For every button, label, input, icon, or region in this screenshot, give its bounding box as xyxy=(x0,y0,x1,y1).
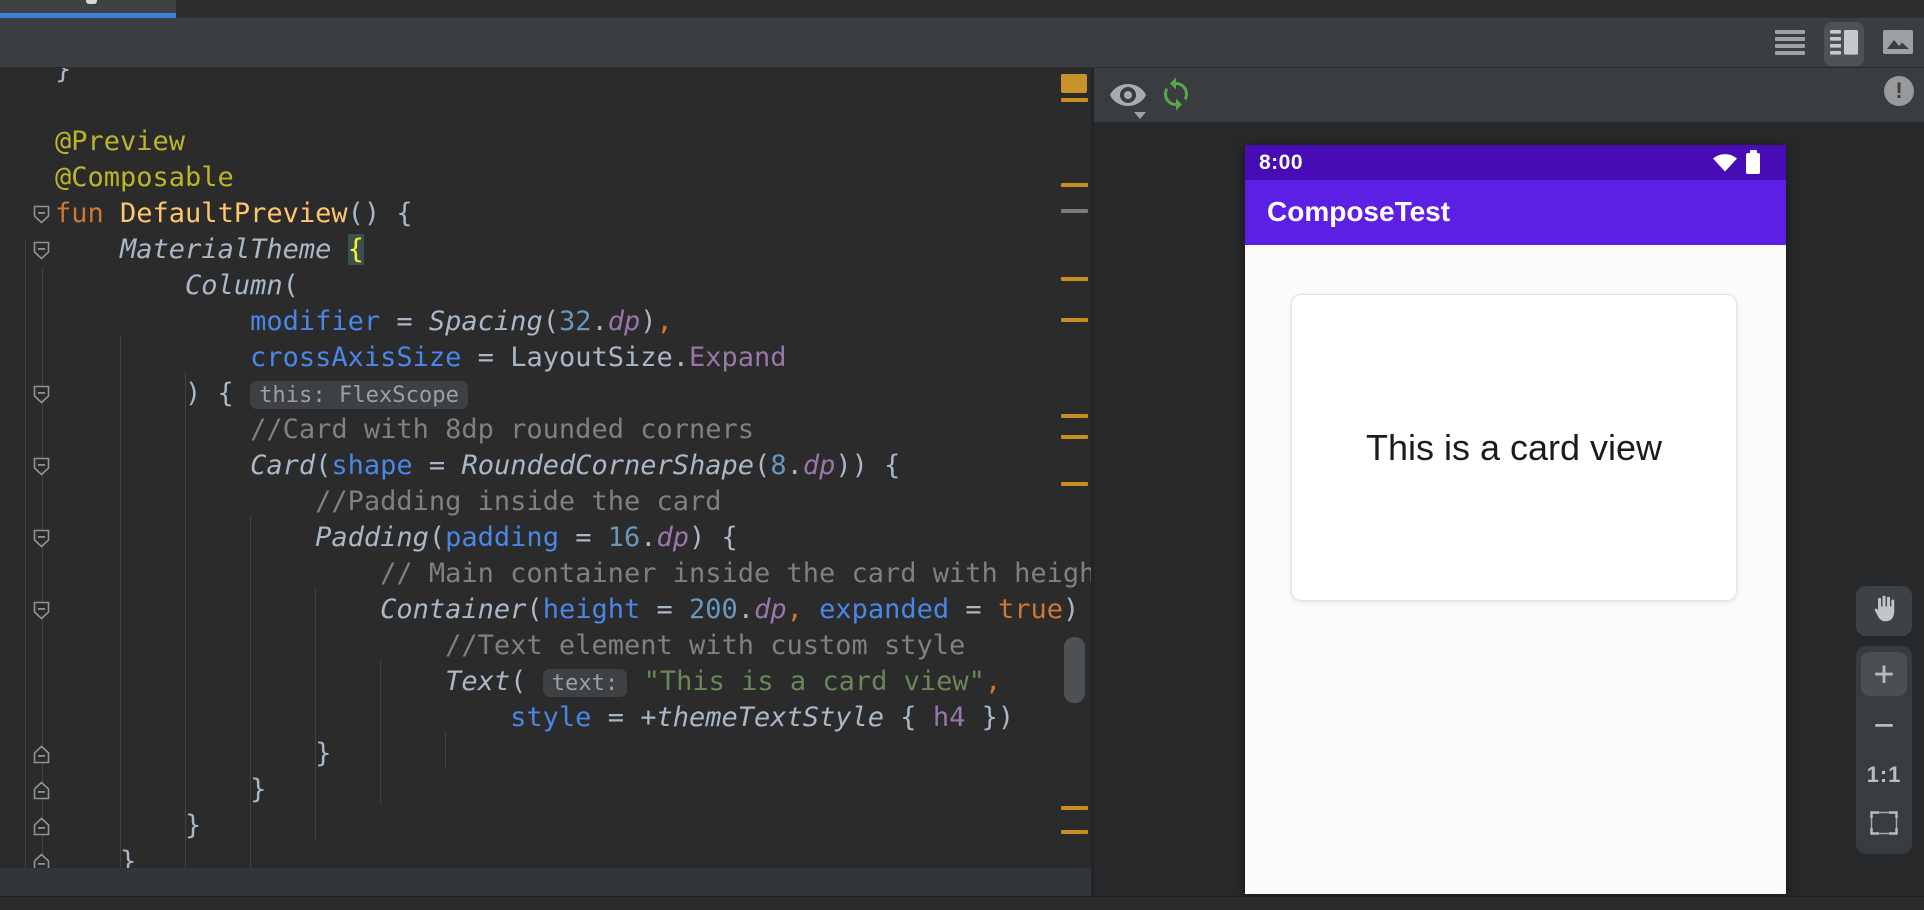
inspection-status-indicator[interactable] xyxy=(1061,74,1087,93)
code-line: modifier = Spacing(32.dp), xyxy=(250,306,673,337)
change-marker xyxy=(1061,435,1088,439)
zoom-to-fit-icon xyxy=(1870,811,1898,840)
code-view-button[interactable] xyxy=(1770,22,1810,66)
fold-marker-icon[interactable] xyxy=(33,781,50,800)
code-line: //Text element with custom style xyxy=(445,630,966,661)
active-editor-tab[interactable] xyxy=(0,0,176,18)
pan-tool-button[interactable] xyxy=(1856,586,1912,636)
design-view-button[interactable] xyxy=(1878,22,1918,66)
app-title: ComposeTest xyxy=(1267,196,1451,227)
fold-marker-icon[interactable] xyxy=(33,817,50,836)
change-marker xyxy=(1061,482,1088,486)
split-editor-icon xyxy=(1830,29,1858,60)
code-line: } xyxy=(55,738,332,769)
preview-toolbar: ! xyxy=(1094,68,1924,123)
card-view: This is a card view xyxy=(1291,294,1737,601)
card-text: This is a card view xyxy=(1365,426,1663,468)
android-studio-window: } @Preview @Composable fun DefaultPreview()… xyxy=(0,0,1924,910)
code-line: //Padding inside the card xyxy=(315,486,722,517)
code-line: Column( xyxy=(185,270,299,301)
device-preview[interactable]: 8:00 ComposeTest This is a card view xyxy=(1245,145,1786,894)
fold-marker-icon[interactable] xyxy=(33,385,50,404)
view-options-button[interactable] xyxy=(1108,80,1152,114)
change-marker xyxy=(1061,183,1088,187)
code-line: Padding(padding = 16.dp) { xyxy=(315,522,738,553)
change-marker xyxy=(1061,209,1088,213)
exclamation-circle-icon: ! xyxy=(1895,78,1903,103)
fold-scope-line xyxy=(25,240,26,910)
code-line: crossAxisSize = LayoutSize.Expand xyxy=(250,342,787,373)
app-content: This is a card view xyxy=(1245,245,1786,894)
vertical-scrollbar[interactable] xyxy=(1064,637,1085,703)
code-editor[interactable]: } @Preview @Composable fun DefaultPreview()… xyxy=(0,68,1093,910)
code-line: Container(height = 200.dp, expanded = tr… xyxy=(380,594,1080,625)
status-bar: 8:00 xyxy=(1245,145,1786,180)
fold-marker-icon[interactable] xyxy=(33,529,50,548)
code-line: MaterialTheme { xyxy=(120,234,364,265)
code-line: ) { this: FlexScope xyxy=(55,376,1093,412)
zoom-actual-size-button[interactable]: 1:1 xyxy=(1861,753,1907,797)
code-line: @Preview xyxy=(55,126,186,157)
code-line: // Main container inside the card with h… xyxy=(380,558,1093,589)
text-lines-icon xyxy=(1775,29,1805,60)
fold-marker-icon[interactable] xyxy=(33,241,50,260)
hand-pan-icon xyxy=(1869,593,1899,630)
fold-marker-icon[interactable] xyxy=(33,601,50,620)
code-line: fun DefaultPreview() { xyxy=(55,198,413,229)
compose-preview-pane: ! 8:00 ComposeTest This is a card view +… xyxy=(1094,68,1924,910)
wifi-icon xyxy=(1713,152,1737,177)
change-marker xyxy=(1061,318,1088,322)
code-line: } xyxy=(55,810,202,841)
fold-marker-icon[interactable] xyxy=(33,745,50,764)
editor-toolbar xyxy=(0,18,1924,68)
editor-tab-bar xyxy=(0,0,1924,18)
sync-refresh-icon xyxy=(1158,77,1194,116)
chevron-down-icon xyxy=(1134,112,1146,119)
change-marker xyxy=(1061,414,1088,418)
zoom-controls: + − 1:1 xyxy=(1856,646,1912,854)
code-line: Text( text: "This is a card view", xyxy=(445,666,1002,697)
view-mode-switcher xyxy=(1770,22,1918,66)
fold-marker-icon[interactable] xyxy=(33,457,50,476)
code-line: } xyxy=(55,68,72,85)
app-bar: ComposeTest xyxy=(1245,180,1786,245)
change-marker xyxy=(1061,98,1088,102)
zoom-in-button[interactable]: + xyxy=(1861,652,1907,696)
code-line: @Composable xyxy=(55,162,234,193)
picture-icon xyxy=(1883,29,1913,59)
status-time: 8:00 xyxy=(1259,151,1304,174)
refresh-preview-button[interactable] xyxy=(1158,76,1194,112)
file-icon xyxy=(86,0,97,4)
change-marker xyxy=(1061,277,1088,281)
fold-marker-icon[interactable] xyxy=(33,205,50,224)
change-marker xyxy=(1061,830,1088,834)
bottom-strip xyxy=(0,896,1924,910)
code-line: style = +themeTextStyle { h4 }) xyxy=(510,702,1015,733)
issues-indicator-button[interactable]: ! xyxy=(1884,76,1914,106)
split-view-button[interactable] xyxy=(1824,22,1864,66)
code-line: Card(shape = RoundedCornerShape(8.dp)) { xyxy=(250,450,901,481)
code-area[interactable]: } @Preview @Composable fun DefaultPreview()… xyxy=(55,68,1093,880)
code-line: } xyxy=(55,774,267,805)
change-marker xyxy=(1061,806,1088,810)
code-line: //Card with 8dp rounded corners xyxy=(250,414,754,445)
battery-icon xyxy=(1746,150,1760,174)
zoom-out-button[interactable]: − xyxy=(1861,703,1907,747)
horizontal-scrollbar-track xyxy=(0,868,1093,896)
zoom-to-fit-button[interactable] xyxy=(1861,804,1907,848)
